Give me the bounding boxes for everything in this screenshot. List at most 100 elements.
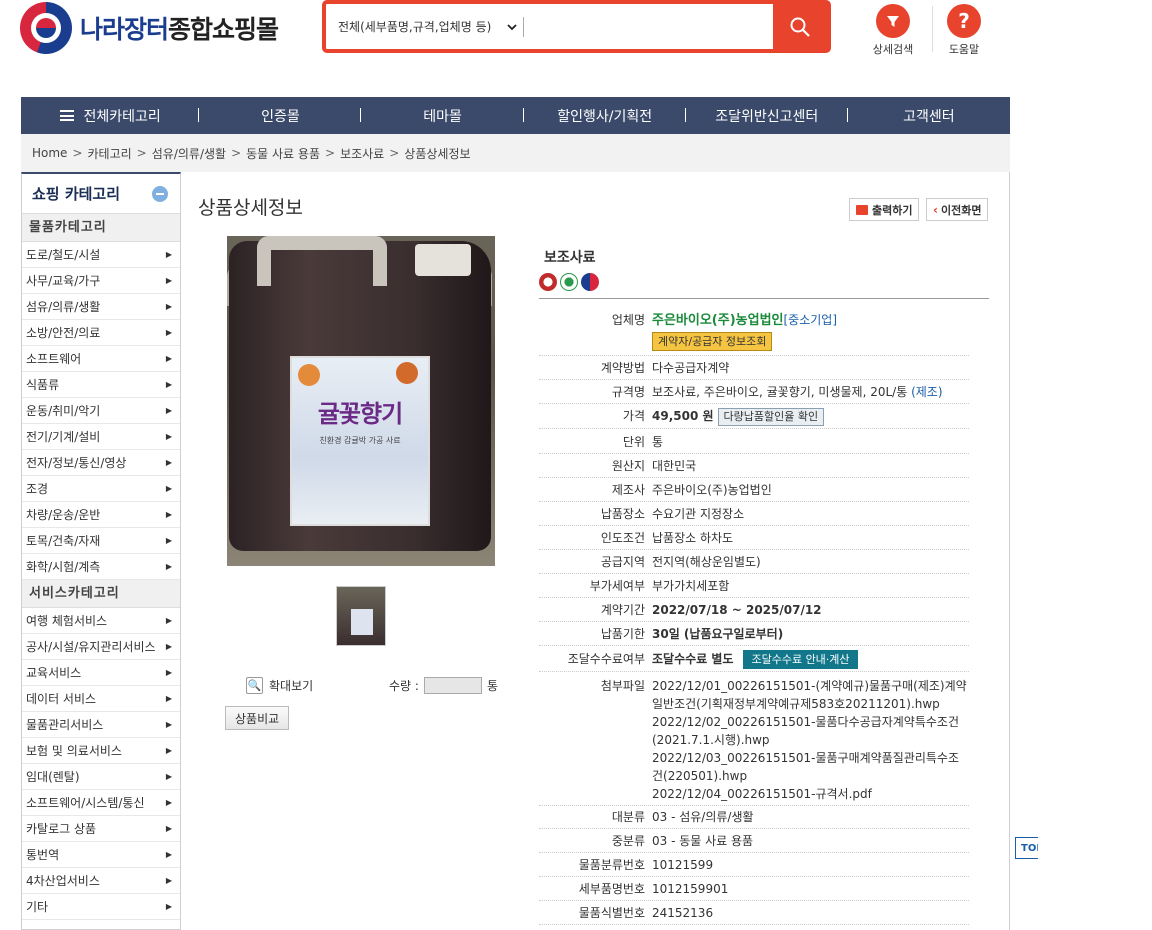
bulk-discount-button[interactable]: 다량납품할인율 확인 [717, 408, 825, 426]
sidebar-section-services: 서비스카테고리 [22, 580, 180, 608]
sidebar-item[interactable]: 4차산업서비스 ▶ [22, 868, 180, 894]
breadcrumb-textile[interactable]: 섬유/의류/생활 [152, 145, 226, 162]
breadcrumb-category[interactable]: 카테고리 [88, 145, 132, 162]
sidebar-item[interactable]: 전기/기계/설비 ▶ [22, 424, 180, 450]
zoom-button[interactable]: 🔍 확대보기 [246, 677, 313, 694]
detail-search-button[interactable]: 상세검색 [863, 4, 923, 57]
chevron-left-icon: ‹ [933, 202, 938, 217]
filter-icon [876, 4, 910, 38]
breadcrumb-animal-feed[interactable]: 동물 사료 용품 [246, 145, 320, 162]
caret-right-icon: ▶ [165, 745, 172, 755]
sidebar-item[interactable]: 조경 ▶ [22, 476, 180, 502]
row-vat: 부가세여부 부가가치세포함 [539, 575, 969, 598]
row-company: 업체명 주은바이오(주)농업법인[중소기업] 계약자/공급자 정보조회 [539, 311, 969, 356]
scroll-top-button[interactable]: TOP [1015, 837, 1038, 859]
supply-area-link[interactable]: 전지역(해상운임별도) [649, 553, 969, 571]
sidebar-item[interactable]: 카탈로그 상품 ▶ [22, 816, 180, 842]
certification-icon [539, 273, 557, 291]
menu-icon [59, 110, 74, 121]
site-logo-text: 나라장터종합쇼핑몰 [80, 15, 279, 44]
sidebar-item[interactable]: 통번역 ▶ [22, 842, 180, 868]
sidebar-item[interactable]: 보험 및 의료서비스 ▶ [22, 738, 180, 764]
caret-right-icon: ▶ [165, 379, 172, 389]
attachment-link[interactable]: 2022/12/04_00226151501-규격서.pdf [652, 785, 969, 803]
print-button[interactable]: 출력하기 [849, 198, 920, 221]
caret-right-icon: ▶ [165, 353, 172, 363]
contractor-info-button[interactable]: 계약자/공급자 정보조회 [652, 332, 773, 351]
caret-right-icon: ▶ [165, 823, 172, 833]
row-fee: 조달수수료여부 조달수수료 별도 조달수수료 안내·계산 [539, 648, 969, 672]
caret-right-icon: ▶ [165, 641, 172, 651]
breadcrumb: Home > 카테고리 > 섬유/의류/생활 > 동물 사료 용품 > 보조사료 > 상품… [21, 134, 1010, 172]
search-scope-select[interactable]: 전체(세부품명,규격,업체명 등) [326, 16, 524, 37]
gov-mark-icon [581, 273, 599, 291]
search-input[interactable] [524, 4, 773, 49]
attachment-link[interactable]: 2022/12/03_00226151501-물품구매계약품질관리특수조건(22… [652, 749, 969, 785]
row-major: 대분류 03 - 섬유/의류/생활 [539, 806, 969, 829]
row-attachments: 첨부파일 2022/12/01_00226151501-(계약예규)물품구매(제… [539, 675, 969, 806]
sidebar-item[interactable]: 차량/운송/운반 ▶ [22, 502, 180, 528]
row-spec: 규격명 보조사료, 주은바이오, 귤꽃향기, 미생물제, 20L/통 (제조) [539, 381, 969, 404]
row-origin: 원산지 대한민국 [539, 455, 969, 478]
sidebar-item[interactable]: 소프트웨어/시스템/통신 ▶ [22, 790, 180, 816]
nav-violation-report[interactable]: 조달위반신고센터 [686, 106, 848, 126]
sidebar-item[interactable]: 전자/정보/통신/영상 ▶ [22, 450, 180, 476]
collapse-icon[interactable] [152, 185, 168, 202]
product-thumbnail[interactable] [336, 586, 386, 646]
quantity-input[interactable] [423, 677, 482, 694]
sidebar-item[interactable]: 토목/건축/자재 ▶ [22, 528, 180, 554]
nav-discount-events[interactable]: 할인행사/기획전 [524, 106, 686, 126]
row-detail-no: 세부품명번호 1012159901 [539, 878, 969, 901]
cert-icons [539, 273, 599, 291]
site-logo[interactable]: 나라장터종합쇼핑몰 [20, 2, 279, 54]
attachment-link[interactable]: 2022/12/02_00226151501-물품다수공급자계약특수조건(202… [652, 713, 969, 749]
caret-right-icon: ▶ [165, 431, 172, 441]
sidebar-item[interactable]: 소프트웨어 ▶ [22, 346, 180, 372]
page-title: 상품상세정보 [198, 197, 303, 219]
nav-all-categories[interactable]: 전체카테고리 [21, 106, 200, 126]
sidebar-item[interactable]: 식품류 ▶ [22, 372, 180, 398]
breadcrumb-home[interactable]: Home [32, 146, 67, 160]
sidebar-item[interactable]: 섬유/의류/생활 ▶ [22, 294, 180, 320]
search-icon [790, 17, 810, 37]
sidebar-item[interactable]: 물품관리서비스 ▶ [22, 712, 180, 738]
back-button[interactable]: ‹ 이전화면 [926, 198, 989, 221]
question-icon: ? [947, 4, 981, 38]
nav-customer-center[interactable]: 고객센터 [848, 106, 1010, 126]
caret-right-icon: ▶ [165, 901, 172, 911]
row-deadline: 납품기한 30일 (납품요구일로부터) [539, 623, 969, 646]
sidebar-item[interactable]: 화학/시험/계측 ▶ [22, 554, 180, 580]
breadcrumb-current: 상품상세정보 [404, 146, 471, 161]
nav-theme-mall[interactable]: 테마몰 [361, 106, 524, 126]
company-link[interactable]: 주은바이오(주)농업법인 [652, 313, 783, 328]
sidebar-item[interactable]: 공사/시설/유지관리서비스 ▶ [22, 634, 180, 660]
compare-button[interactable]: 상품비교 [225, 706, 290, 730]
product-label: 귤꽃향기 친환경 감귤박 가공 사료 [290, 356, 430, 526]
help-button[interactable]: ? 도움말 [934, 4, 994, 57]
sidebar-item[interactable]: 데이터 서비스 ▶ [22, 686, 180, 712]
row-unit: 단위 통 [539, 431, 969, 454]
content-border [1009, 172, 1010, 930]
sidebar-item[interactable]: 교육서비스 ▶ [22, 660, 180, 686]
sidebar-item[interactable]: 기타 ▶ [22, 894, 180, 920]
sidebar-item[interactable]: 운동/취미/악기 ▶ [22, 398, 180, 424]
breadcrumb-supplement[interactable]: 보조사료 [340, 145, 384, 162]
row-supply-area: 공급지역 전지역(해상운임별도) [539, 551, 969, 574]
sidebar-item[interactable]: 임대(렌탈) ▶ [22, 764, 180, 790]
nav-certified-mall[interactable]: 인증몰 [199, 106, 362, 126]
attachment-link[interactable]: 2022/12/01_00226151501-(계약예규)물품구매(제조)계약일… [652, 677, 969, 713]
fee-calc-button[interactable]: 조달수수료 안내·계산 [743, 650, 858, 669]
sidebar-item[interactable]: 여행 체험서비스 ▶ [22, 608, 180, 634]
sidebar-item[interactable]: 소방/안전/의료 ▶ [22, 320, 180, 346]
sidebar-item[interactable]: 도로/철도/시설 ▶ [22, 242, 180, 268]
caret-right-icon: ▶ [165, 797, 172, 807]
caret-right-icon: ▶ [165, 483, 172, 493]
header-divider [932, 6, 933, 52]
sidebar-item[interactable]: 사무/교육/가구 ▶ [22, 268, 180, 294]
caret-right-icon: ▶ [165, 327, 172, 337]
chevron-down-icon [507, 23, 517, 30]
row-id-no: 물품식별번호 24152136 [539, 902, 969, 925]
magnifier-icon: 🔍 [246, 677, 263, 694]
search-button[interactable] [773, 4, 827, 49]
product-image[interactable]: 귤꽃향기 친환경 감귤박 가공 사료 [227, 236, 495, 566]
